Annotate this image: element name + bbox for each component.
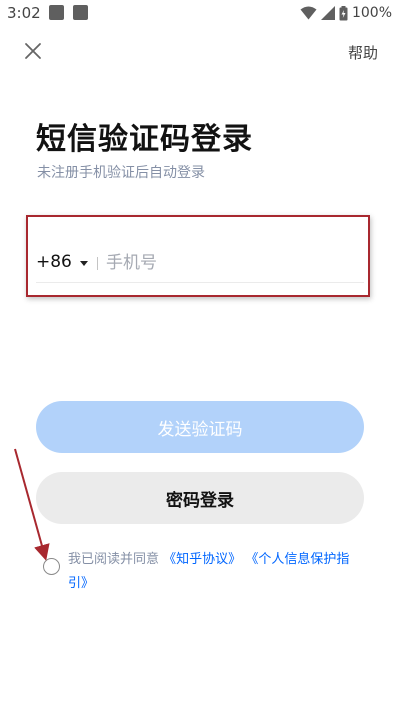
agreement-text: 我已阅读并同意 《知乎协议》 《个人信息保护指引》 — [68, 548, 368, 596]
zhihu-agreement-link[interactable]: 《知乎协议》 — [163, 552, 241, 567]
page-subtitle: 未注册手机验证后自动登录 — [37, 165, 205, 181]
status-right: 100% — [300, 3, 392, 23]
send-code-button[interactable]: 发送验证码 — [36, 401, 364, 453]
battery-icon — [339, 5, 348, 20]
input-divider — [97, 257, 98, 270]
status-time: 3:02 — [7, 4, 41, 22]
notification-icon — [49, 5, 64, 20]
close-button[interactable] — [20, 38, 46, 64]
agreement-radio[interactable] — [43, 558, 60, 575]
country-code-selector[interactable]: +86 — [36, 252, 88, 272]
agreement-prefix: 我已阅读并同意 — [68, 552, 160, 567]
notification-icon — [73, 5, 88, 20]
help-link[interactable]: 帮助 — [348, 42, 378, 63]
close-icon — [25, 43, 41, 59]
login-screen: 3:02 100% 帮助 短信验证码登录 未注册手机验证后自动登录 +86 手机… — [0, 0, 400, 710]
password-login-button[interactable]: 密码登录 — [36, 472, 364, 524]
status-bar: 3:02 100% — [0, 0, 400, 28]
wifi-icon — [300, 6, 317, 20]
signal-icon — [320, 6, 335, 20]
phone-number-input[interactable] — [106, 249, 356, 277]
battery-percentage: 100% — [351, 5, 392, 21]
annotation-arrow-icon — [14, 448, 50, 561]
country-code-label: +86 — [36, 252, 72, 272]
caret-down-icon — [79, 260, 88, 266]
page-title: 短信验证码登录 — [36, 122, 253, 157]
input-underline — [36, 282, 364, 283]
